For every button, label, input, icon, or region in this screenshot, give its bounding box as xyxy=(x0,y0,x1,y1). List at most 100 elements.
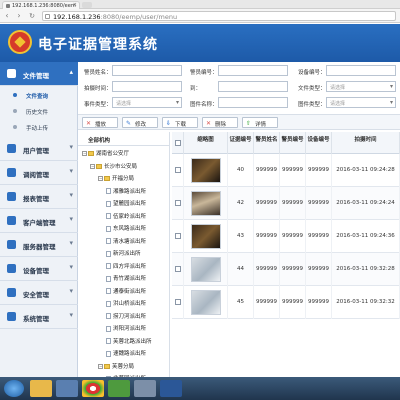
sidebar: 文件管理 ▴ 文件查询 历史文件 手动上传 用户管理 ▾ 调阅管理 ▾ 报表管理… xyxy=(0,62,78,377)
page-icon xyxy=(106,275,111,282)
tree-node[interactable]: 东风路派出所 xyxy=(106,224,146,233)
tree-node[interactable]: 速魏路派出所 xyxy=(106,349,146,358)
event-type-value: 请选择 xyxy=(116,101,132,107)
forward-button[interactable]: › xyxy=(14,11,24,21)
row-checkbox[interactable] xyxy=(175,233,181,239)
row-checkbox[interactable] xyxy=(175,299,181,305)
evidence-thumbnail[interactable] xyxy=(191,224,221,249)
word-icon[interactable] xyxy=(160,380,182,397)
row-select-cell xyxy=(172,220,184,253)
table-row[interactable]: 40 999999 999999 999999 2016-03-11 09:24:28 xyxy=(172,154,400,187)
evidence-thumbnail[interactable] xyxy=(191,158,221,183)
tree-node[interactable]: 洪山桥派出所 xyxy=(106,299,146,308)
folder-icon xyxy=(104,176,110,181)
tree-toggle-icon[interactable]: − xyxy=(90,163,95,169)
browser-tab[interactable]: 192.168.1.236:8080/eem × xyxy=(2,1,80,9)
sidebar-item-system-management[interactable]: 系统管理 ▾ xyxy=(0,305,78,329)
app-icon[interactable] xyxy=(134,380,156,397)
event-type-select[interactable]: 请选择 ▾ xyxy=(112,97,182,108)
col-device-no: 设备编号 xyxy=(306,132,332,154)
reload-button[interactable]: ↻ xyxy=(27,11,37,21)
detail-button[interactable]: ⇧ 详情 xyxy=(242,117,278,128)
file-explorer-icon[interactable] xyxy=(30,380,52,397)
tree-node[interactable]: 四方坪派出所 xyxy=(106,262,146,271)
table-row[interactable]: 45 999999 999999 999999 2016-03-11 09:32:32 xyxy=(172,286,400,319)
tree-node[interactable]: 通泰街派出所 xyxy=(106,287,146,296)
sidebar-item-label: 调阅管理 xyxy=(23,171,49,179)
thumbnail-cell xyxy=(184,220,228,253)
sidebar-item-file-management[interactable]: 文件管理 ▴ xyxy=(0,62,78,86)
spreadsheet-icon[interactable] xyxy=(108,380,130,397)
officer-no-input[interactable] xyxy=(218,65,288,76)
play-button[interactable]: ✕ 播放 xyxy=(82,117,118,128)
tree-node-label: 长沙市公安局 xyxy=(104,163,138,170)
tree-toggle-icon[interactable]: − xyxy=(82,151,87,156)
col-officer-no: 警员编号 xyxy=(280,132,306,154)
sidebar-item-access-management[interactable]: 调阅管理 ▾ xyxy=(0,161,78,185)
row-checkbox[interactable] xyxy=(175,167,181,173)
officer-no-cell: 999999 xyxy=(280,187,306,220)
tree-node[interactable]: − 开福分局 xyxy=(98,174,134,183)
tree-toggle-icon[interactable]: − xyxy=(98,176,103,181)
device-no-input[interactable] xyxy=(326,65,396,76)
sidebar-item-client-management[interactable]: 客户端管理 ▾ xyxy=(0,209,78,233)
eye-icon xyxy=(7,168,16,177)
tree-node[interactable]: 新河派出所 xyxy=(106,249,141,258)
tree-node[interactable]: − 长沙市公安局 xyxy=(90,162,137,171)
tree-node[interactable]: − 芙蓉分局 xyxy=(98,362,134,371)
tree-node[interactable]: 清水塘派出所 xyxy=(106,237,146,246)
tree-node[interactable]: 望麓园派出所 xyxy=(106,199,146,208)
evidence-thumbnail[interactable] xyxy=(191,290,221,315)
tree-node[interactable]: 伍家岭派出所 xyxy=(106,212,146,221)
download-button[interactable]: ⇩ 下载 xyxy=(162,117,198,128)
sidebar-item-security-management[interactable]: 安全管理 ▾ xyxy=(0,281,78,305)
shoot-time-end-input[interactable] xyxy=(218,81,288,92)
row-checkbox[interactable] xyxy=(175,200,181,206)
tree-node[interactable]: 湘雅路派出所 xyxy=(106,187,146,196)
to-label: 到： xyxy=(190,86,202,92)
tab-close-icon[interactable]: × xyxy=(73,2,77,8)
sidebar-item-label: 用户管理 xyxy=(23,147,49,155)
sidebar-item-user-management[interactable]: 用户管理 ▾ xyxy=(0,137,78,161)
tree-node[interactable]: − 湖南省公安厅 xyxy=(82,149,129,158)
url-input[interactable]: 192.168.1.236:8080/eemp/user/menu xyxy=(42,11,396,21)
officer-name-cell: 999999 xyxy=(254,253,280,286)
sidebar-item-server-management[interactable]: 服务器管理 ▾ xyxy=(0,233,78,257)
shoot-time-start-input[interactable] xyxy=(112,81,182,92)
tree-node[interactable]: 芙蓉北路派出所 xyxy=(106,337,152,346)
back-button[interactable]: ‹ xyxy=(2,11,12,21)
sidebar-item-device-management[interactable]: 设备管理 ▾ xyxy=(0,257,78,281)
start-button-icon[interactable] xyxy=(4,380,24,397)
file-type-select[interactable]: 请选择 ▾ xyxy=(326,81,396,92)
tree-node[interactable]: 青竹湖派出所 xyxy=(106,274,146,283)
tree-toggle-icon[interactable]: − xyxy=(98,363,103,369)
evidence-thumbnail[interactable] xyxy=(191,191,221,216)
tree-node[interactable]: 捞刀河派出所 xyxy=(106,312,146,321)
evidence-thumbnail[interactable] xyxy=(191,257,221,282)
table-row[interactable]: 44 999999 999999 999999 2016-03-11 09:32:28 xyxy=(172,253,400,286)
select-all-checkbox[interactable] xyxy=(175,140,181,146)
chrome-icon[interactable] xyxy=(82,380,104,397)
file-category-select[interactable]: 请选择 ▾ xyxy=(326,97,396,108)
bullet-icon xyxy=(13,125,17,129)
chevron-up-icon: ▴ xyxy=(69,68,73,76)
officer-name-input[interactable] xyxy=(112,65,182,76)
sidebar-subitem-label: 历史文件 xyxy=(26,110,49,116)
tree-node[interactable]: 浏阳河派出所 xyxy=(106,324,146,333)
device-no-cell: 999999 xyxy=(306,286,332,319)
sidebar-subitem-history[interactable]: 历史文件 xyxy=(0,104,78,119)
sidebar-subitem-manual-upload[interactable]: 手动上传 xyxy=(0,120,78,135)
col-thumbnail: 缩略图 xyxy=(184,132,228,154)
officer-no-cell: 999999 xyxy=(280,286,306,319)
file-name-input[interactable] xyxy=(218,97,288,108)
sidebar-subitem-file-query[interactable]: 文件查询 xyxy=(0,88,78,103)
media-player-icon[interactable] xyxy=(56,380,78,397)
sidebar-item-report-management[interactable]: 报表管理 ▾ xyxy=(0,185,78,209)
new-tab-button[interactable] xyxy=(82,2,92,8)
thumbnail-cell xyxy=(184,154,228,187)
table-row[interactable]: 42 999999 999999 999999 2016-03-11 09:24:24 xyxy=(172,187,400,220)
row-checkbox[interactable] xyxy=(175,266,181,272)
edit-button[interactable]: ✎ 修改 xyxy=(122,117,158,128)
table-row[interactable]: 43 999999 999999 999999 2016-03-11 09:24:36 xyxy=(172,220,400,253)
delete-button[interactable]: ✕ 删除 xyxy=(202,117,238,128)
